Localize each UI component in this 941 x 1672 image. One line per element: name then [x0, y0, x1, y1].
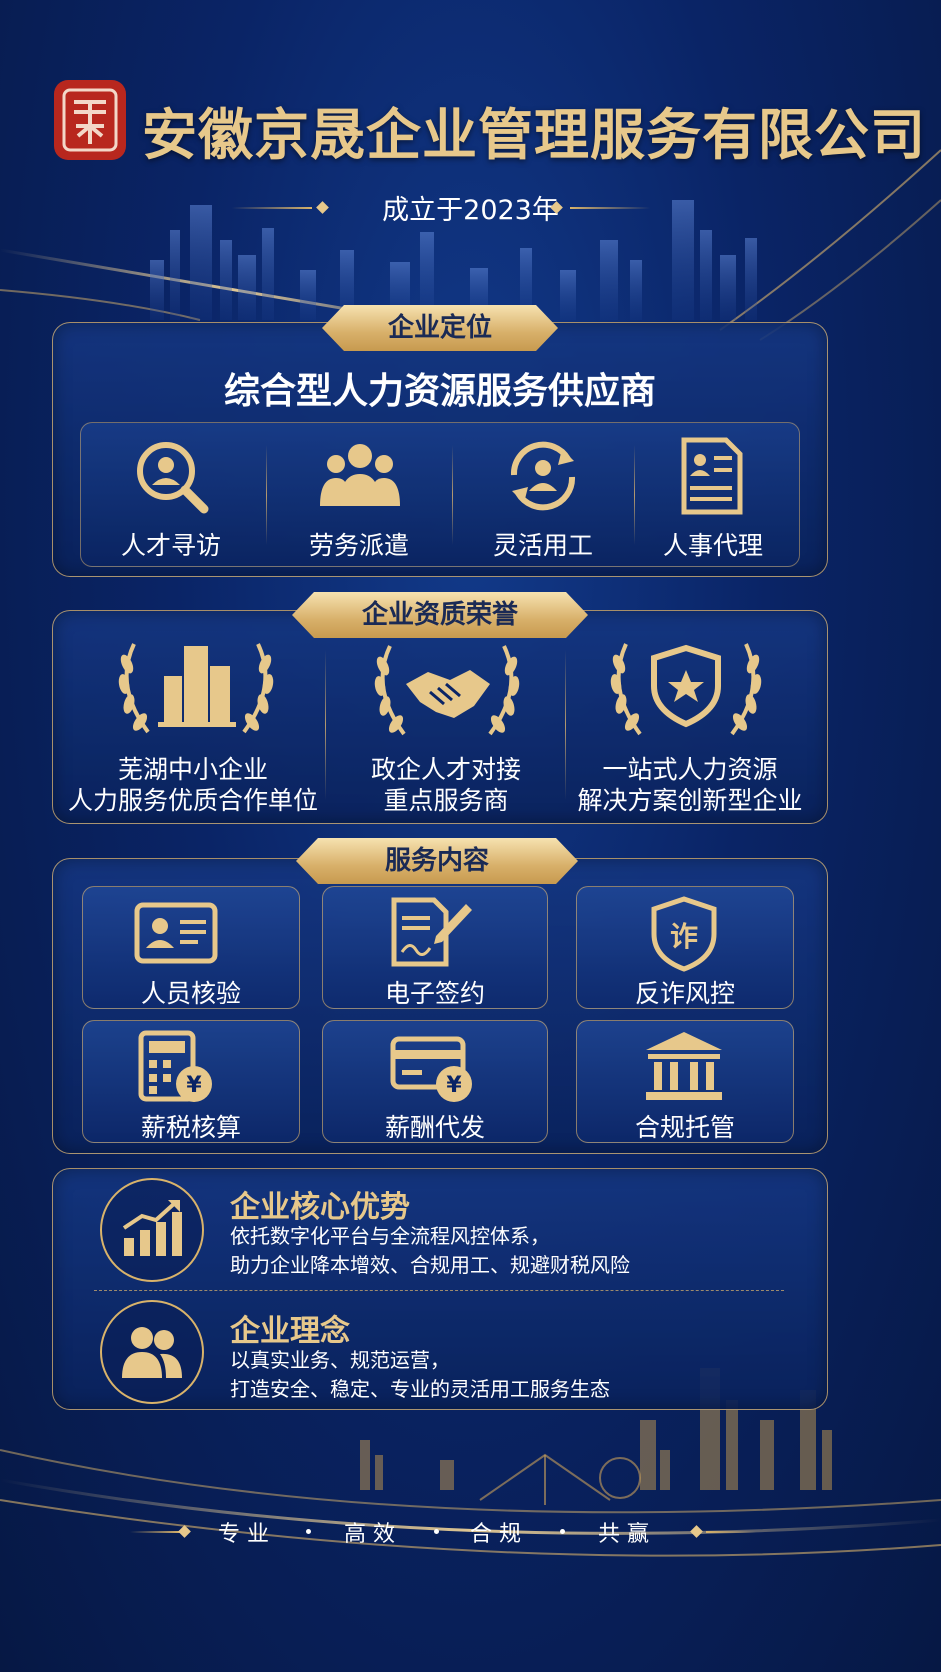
honor-line2: 解决方案创新型企业 — [577, 786, 803, 815]
slogan-3: 合 规 — [470, 1522, 521, 1547]
card-yen-icon: ¥ — [390, 1036, 472, 1102]
bar-chart-growth-icon — [122, 1200, 182, 1256]
document-profile-icon — [681, 437, 743, 515]
honor-line2: 重点服务商 — [383, 786, 509, 815]
people-group-icon — [320, 444, 400, 506]
divider — [325, 650, 326, 800]
footer-right-line — [706, 1531, 756, 1533]
footer-right-diamond — [690, 1525, 703, 1538]
honor-line2: 人力服务优质合作单位 — [67, 786, 318, 815]
positioning-banner: 企业定位 — [322, 305, 558, 351]
svg-text:¥: ¥ — [186, 1073, 202, 1098]
background-decoration — [0, 149, 941, 1557]
laurel-building-icon — [118, 643, 274, 734]
svg-text:诈: 诈 — [670, 920, 698, 953]
magnifier-person-icon — [137, 442, 209, 514]
id-card-icon — [134, 902, 218, 964]
company-name: 安徽京晟企业管理服务有限公司 — [142, 103, 927, 167]
services-banner: 服务内容 — [296, 838, 578, 884]
two-people-icon — [122, 1327, 182, 1378]
concept-title: 企业理念 — [230, 1314, 350, 1349]
positioning-item-label: 灵活用工 — [492, 531, 593, 560]
honors-banner: 企业资质荣誉 — [292, 592, 588, 638]
divider — [266, 445, 267, 545]
service-label: 反诈风控 — [634, 979, 735, 1008]
company-seal-logo — [54, 80, 126, 160]
divider — [452, 445, 453, 545]
core-advantage-line1: 依托数字化平台与全流程风控体系， — [230, 1224, 550, 1248]
laurel-shield-star-icon — [610, 643, 762, 736]
service-label: 薪税核算 — [140, 1113, 241, 1142]
service-label: 合规托管 — [634, 1113, 735, 1142]
bank-building-icon — [646, 1032, 722, 1100]
divider — [565, 650, 566, 800]
dashed-divider — [94, 1290, 784, 1291]
concept-line2: 打造安全、稳定、专业的灵活用工服务生态 — [230, 1377, 610, 1401]
laurel-handshake-icon — [374, 645, 520, 736]
footer-left-line — [130, 1531, 180, 1533]
core-advantage-title: 企业核心优势 — [230, 1190, 410, 1225]
person-cycle-icon — [510, 441, 576, 511]
slogan-dot — [434, 1529, 439, 1534]
slogan-dot — [560, 1529, 565, 1534]
svg-text:¥: ¥ — [446, 1073, 462, 1098]
concept-line1: 以真实业务、规范运营， — [230, 1348, 450, 1372]
positioning-item-label: 人事代理 — [662, 531, 763, 560]
founded-right-line — [570, 207, 650, 209]
slogan-dot — [306, 1529, 311, 1534]
slogan-4: 共 赢 — [598, 1522, 649, 1547]
service-label: 薪酬代发 — [384, 1113, 485, 1142]
slogan-2: 高 效 — [344, 1522, 395, 1547]
core-advantage-line2: 助力企业降本增效、合规用工、规避财税风险 — [230, 1253, 630, 1277]
positioning-headline: 综合型人力资源服务供应商 — [223, 371, 656, 412]
positioning-item-label: 人才寻访 — [120, 531, 221, 560]
calculator-yen-icon: ¥ — [138, 1030, 212, 1102]
anti-fraud-shield-icon: 诈 — [651, 896, 717, 972]
e-sign-icon — [391, 897, 472, 967]
service-label: 人员核验 — [140, 979, 241, 1008]
positioning-item-label: 劳务派遣 — [308, 531, 409, 560]
footer-left-diamond — [178, 1525, 191, 1538]
service-label: 电子签约 — [384, 979, 485, 1008]
slogan-1: 专 业 — [218, 1522, 269, 1547]
